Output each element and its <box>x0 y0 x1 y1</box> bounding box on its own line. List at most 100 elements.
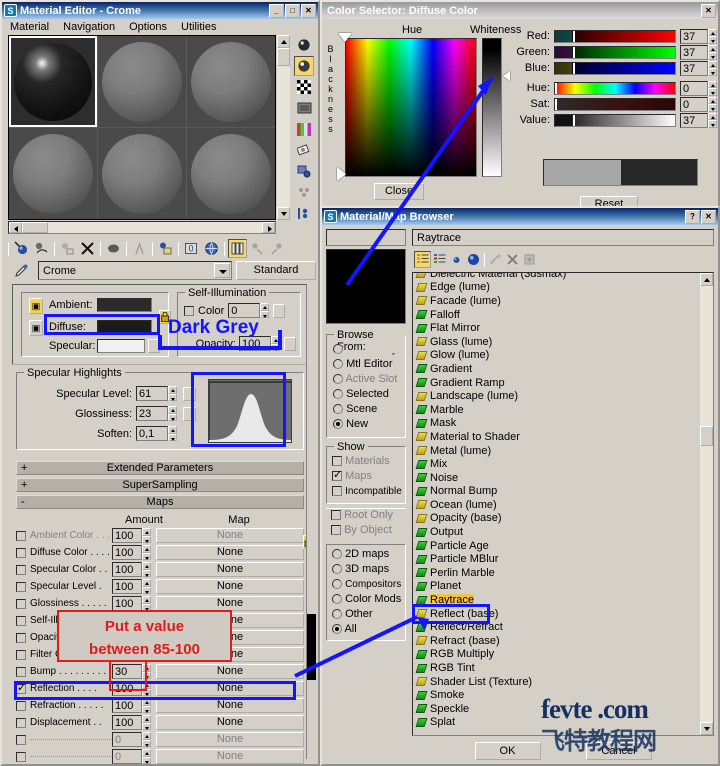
map-row-spinner[interactable] <box>142 749 151 764</box>
menu-utilities[interactable]: Utilities <box>181 21 216 33</box>
close-button[interactable]: Close <box>374 183 424 200</box>
background-checker-icon[interactable] <box>294 77 314 97</box>
map-row-checkbox[interactable] <box>16 681 26 694</box>
rollup-maps[interactable]: - Maps <box>16 495 304 509</box>
map-row-amount[interactable]: 100 <box>112 681 142 696</box>
list-item[interactable]: Marble <box>413 403 700 417</box>
list-item[interactable]: Glow (lume) <box>413 349 700 363</box>
channel-spinner[interactable] <box>708 60 717 76</box>
soften-value[interactable]: 0,1 <box>136 426 168 441</box>
map-row-checkbox[interactable] <box>16 734 26 745</box>
whiteness-slider[interactable] <box>482 38 502 177</box>
view-small-icons-icon[interactable] <box>448 251 465 268</box>
map-row-amount[interactable]: 100 <box>112 579 142 594</box>
radio-3d-maps-icon[interactable] <box>332 564 342 575</box>
sample-scroll-thumb[interactable] <box>277 48 290 66</box>
map-row-amount[interactable]: 100 <box>112 562 142 577</box>
close-button[interactable]: ✕ <box>301 3 316 18</box>
browse-from-option[interactable]: Scene <box>333 403 401 418</box>
sample-scroll-down-icon[interactable] <box>277 207 290 220</box>
view-list-icons-icon[interactable] <box>431 251 448 268</box>
list-item[interactable]: Falloff <box>413 308 700 322</box>
channel-spinner[interactable] <box>708 80 717 96</box>
map-row[interactable]: Refraction . . . . . 100 None <box>16 697 304 714</box>
self-illum-value[interactable]: 0 <box>228 303 261 318</box>
scroll-track[interactable] <box>700 286 713 722</box>
map-row-amount[interactable]: 0 <box>112 732 142 747</box>
map-row-spinner[interactable] <box>142 715 151 730</box>
hue-blackness-picker[interactable] <box>345 38 477 177</box>
list-item[interactable]: Facade (lume) <box>413 294 700 308</box>
sample-slots-hscrollbar[interactable] <box>8 221 276 234</box>
channel-row[interactable]: Green: 37 <box>512 44 717 60</box>
opacity-spinner[interactable] <box>271 336 280 351</box>
maximize-button[interactable]: □ <box>285 3 300 18</box>
pick-material-eyedropper-icon[interactable] <box>8 263 34 278</box>
map-row-spinner[interactable] <box>142 664 151 679</box>
sample-slot-2[interactable] <box>98 36 186 127</box>
list-item[interactable]: Planet <box>413 580 700 594</box>
map-row-spinner[interactable] <box>142 732 151 747</box>
map-row-amount[interactable]: 0 <box>112 749 142 764</box>
channel-thumb[interactable] <box>555 98 557 110</box>
list-item-selected[interactable]: Raytrace <box>413 593 700 607</box>
list-item[interactable]: Material to Shader <box>413 430 700 444</box>
map-row-checkbox[interactable] <box>16 666 26 677</box>
map-row-map-button[interactable]: None <box>156 596 304 611</box>
map-row[interactable]: Bump . . . . . . . . . 30 None <box>16 663 304 680</box>
sample-uv-tiling-icon[interactable] <box>294 98 314 118</box>
map-row-map-button[interactable]: None <box>156 715 304 730</box>
channel-spinner[interactable] <box>708 96 717 112</box>
radio-mtl-editor-icon[interactable] <box>333 359 343 370</box>
list-item[interactable]: Flat Mirror <box>413 321 700 335</box>
list-item[interactable]: Gradient <box>413 362 700 376</box>
sample-slot-5[interactable] <box>98 128 186 219</box>
select-by-material-icon[interactable] <box>294 182 314 202</box>
color-selector-titlebar[interactable]: Color Selector: Diffuse Color ✕ <box>322 2 718 19</box>
color-selector-window[interactable]: Color Selector: Diffuse Color ✕ Hue Whit… <box>320 0 720 213</box>
channel-slider[interactable] <box>554 113 676 127</box>
map-row-amount[interactable]: 100 <box>112 528 142 543</box>
channel-thumb[interactable] <box>573 62 575 74</box>
map-row-map-button[interactable]: None <box>156 698 304 713</box>
channel-spinner[interactable] <box>708 112 717 128</box>
radio-selected-icon[interactable] <box>333 389 343 400</box>
list-item[interactable]: Noise <box>413 471 700 485</box>
specular-level-spinner[interactable] <box>168 386 177 401</box>
make-unique-icon[interactable] <box>130 239 149 258</box>
material-map-browser-window[interactable]: S Material/Map Browser ? ✕ Browse From: … <box>320 206 720 766</box>
map-row[interactable]: Ambient Color . . . 100 None <box>16 527 304 544</box>
self-illum-color-checkbox[interactable] <box>184 305 194 316</box>
channel-thumb[interactable] <box>573 46 575 58</box>
list-item[interactable]: Normal Bump <box>413 485 700 499</box>
browse-from-option[interactable]: New <box>333 418 401 433</box>
map-row-spinner[interactable] <box>142 562 151 577</box>
list-item[interactable]: Gradient Ramp <box>413 376 700 390</box>
map-row[interactable]: 0 None <box>16 748 304 765</box>
channel-thumb[interactable] <box>555 82 557 94</box>
map-row-checkbox[interactable] <box>16 615 26 626</box>
list-scrollbar[interactable] <box>700 273 713 735</box>
material-editor-titlebar[interactable]: S Material Editor - Crome _ □ ✕ <box>2 2 318 19</box>
make-preview-icon[interactable] <box>294 140 314 160</box>
channel-row[interactable]: Value: 37 <box>512 112 717 128</box>
channel-spinner[interactable] <box>708 28 717 44</box>
show-end-result-icon[interactable] <box>228 239 247 258</box>
list-item[interactable]: Landscape (lume) <box>413 389 700 403</box>
channel-row[interactable]: Sat: 0 <box>512 96 717 112</box>
channel-thumb[interactable] <box>573 114 575 126</box>
material-map-list-container[interactable]: Dielectric Material (3dsmax) Edge (lume)… <box>412 272 714 736</box>
map-row-amount[interactable]: 100 <box>112 545 142 560</box>
channel-slider[interactable] <box>554 61 676 75</box>
ambient-map-shortcut[interactable]: ▣ <box>29 298 43 314</box>
scroll-thumb[interactable] <box>700 426 713 446</box>
browser-selected-name-field[interactable]: Raytrace <box>412 229 714 246</box>
rollup-supersampling[interactable]: + SuperSampling <box>16 478 304 492</box>
parameters-scrollbar[interactable] <box>306 284 316 759</box>
filter-option[interactable]: 2D maps <box>332 548 403 563</box>
specular-map-button[interactable] <box>148 339 160 353</box>
list-item[interactable]: Opacity (base) <box>413 512 700 526</box>
glossiness-spinner[interactable] <box>168 406 177 421</box>
sample-slots-vscrollbar[interactable] <box>277 35 290 220</box>
list-item[interactable]: Glass (lume) <box>413 335 700 349</box>
